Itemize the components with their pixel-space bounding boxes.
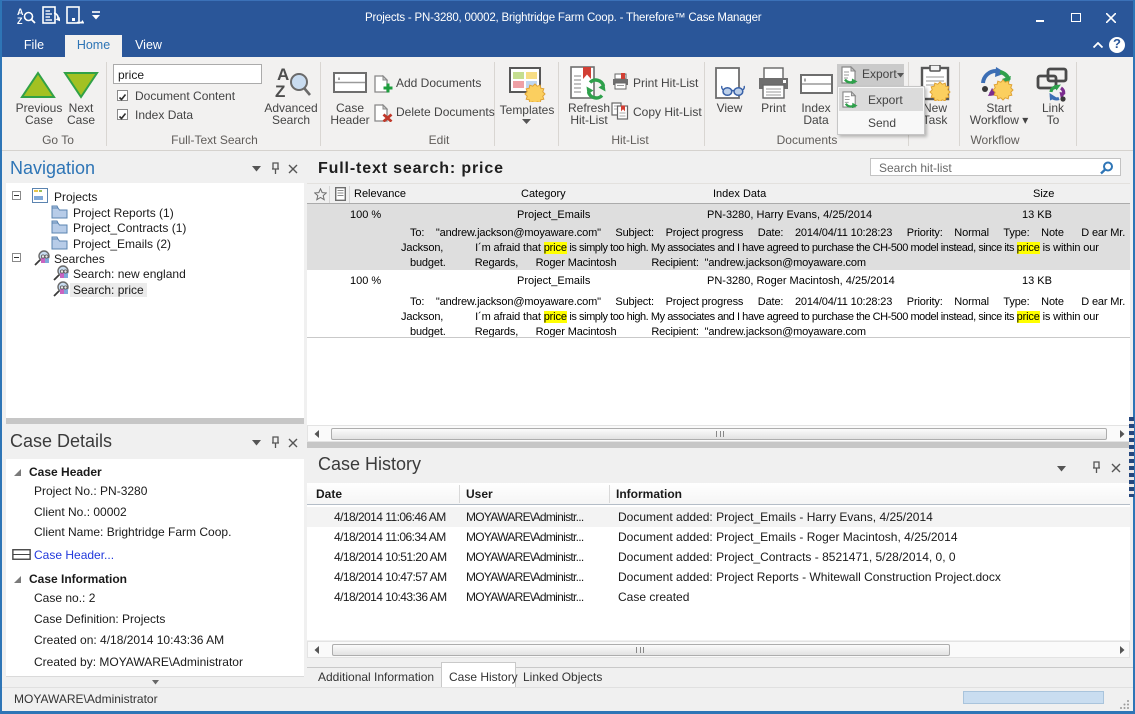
svg-text:Z: Z bbox=[17, 16, 23, 25]
svg-text:Z: Z bbox=[275, 82, 285, 99]
